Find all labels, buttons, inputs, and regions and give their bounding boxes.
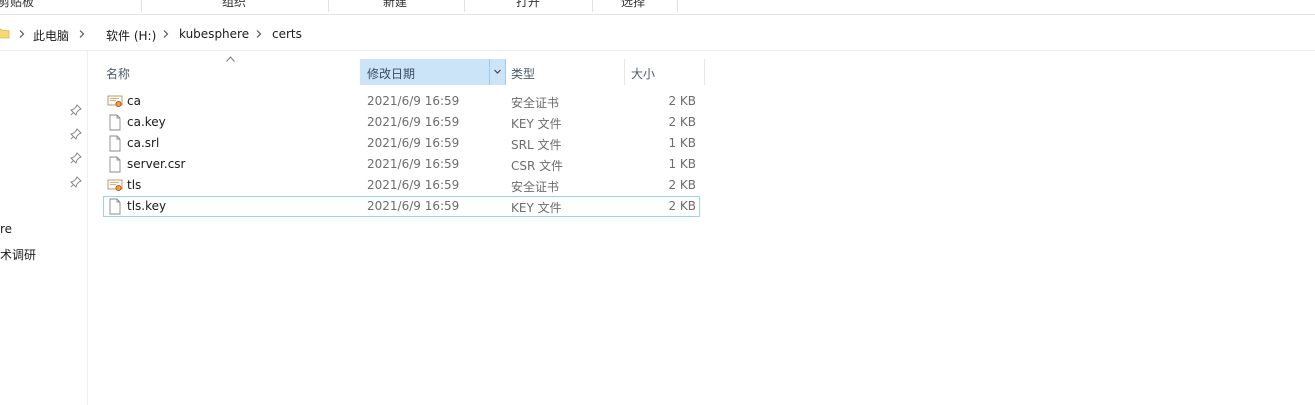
file-date: 2021/6/9 16:59 — [367, 136, 460, 150]
file-size: 2 KB — [668, 94, 696, 108]
breadcrumb-drive[interactable]: 软件 (H:) — [106, 27, 156, 44]
file-row[interactable]: server.csr 2021/6/9 16:59 CSR 文件 1 KB — [103, 154, 700, 175]
chevron-right-icon[interactable] — [160, 28, 172, 40]
breadcrumb-this-pc[interactable]: 此电脑 — [33, 27, 69, 44]
file-type: 安全证书 — [511, 96, 560, 110]
ribbon-divider — [677, 0, 678, 12]
column-header-date-label: 修改日期 — [367, 67, 416, 81]
ribbon-divider — [328, 0, 329, 12]
file-row[interactable]: ca.key 2021/6/9 16:59 KEY 文件 2 KB — [103, 112, 700, 133]
column-header-name[interactable]: 名称 — [103, 59, 359, 85]
file-size: 1 KB — [668, 157, 696, 171]
certificate-icon — [107, 179, 123, 191]
pin-icon[interactable] — [70, 176, 82, 188]
file-name: server.csr — [127, 157, 186, 171]
column-header-size[interactable]: 大小 — [625, 59, 704, 85]
ribbon-group-open: 打开 — [516, 0, 541, 9]
ribbon-group-labels: 剪贴板 组织 新建 打开 选择 — [0, 0, 1315, 15]
ribbon-divider — [141, 0, 142, 12]
file-name: tls — [127, 178, 142, 192]
ribbon-group-clipboard: 剪贴板 — [0, 0, 35, 9]
file-name: ca — [127, 94, 141, 108]
pin-icon[interactable] — [70, 128, 82, 140]
ribbon-divider — [464, 0, 465, 12]
column-header-type-label: 类型 — [511, 67, 536, 81]
file-size: 2 KB — [668, 199, 696, 213]
nav-item[interactable]: 术调研 — [0, 246, 36, 263]
ribbon-divider — [592, 0, 593, 12]
chevron-down-icon — [494, 69, 501, 74]
file-date: 2021/6/9 16:59 — [367, 94, 460, 108]
file-row[interactable]: ca 2021/6/9 16:59 安全证书 2 KB — [103, 91, 700, 112]
chevron-right-icon[interactable] — [76, 28, 88, 40]
folder-icon — [0, 28, 10, 39]
file-icon — [109, 135, 121, 152]
column-header-date[interactable]: 修改日期 — [360, 59, 506, 85]
file-size: 2 KB — [668, 115, 696, 129]
column-header-name-label: 名称 — [106, 67, 131, 81]
column-header-size-label: 大小 — [631, 67, 656, 81]
file-type: SRL 文件 — [511, 138, 562, 152]
nav-item[interactable]: re — [0, 222, 12, 236]
file-icon — [109, 156, 121, 173]
ribbon-group-new: 新建 — [383, 0, 408, 9]
navigation-pane[interactable]: re 术调研 — [0, 51, 88, 405]
pin-icon[interactable] — [70, 104, 82, 116]
file-date: 2021/6/9 16:59 — [367, 199, 460, 213]
breadcrumb[interactable]: 此电脑 软件 (H:) kubesphere certs — [0, 20, 1315, 51]
file-name: tls.key — [127, 199, 167, 213]
file-name: ca.srl — [127, 136, 160, 150]
file-icon — [109, 198, 121, 215]
column-header-type[interactable]: 类型 — [506, 59, 624, 85]
pin-icon[interactable] — [70, 152, 82, 164]
file-size: 1 KB — [668, 136, 696, 150]
certificate-icon — [107, 95, 123, 107]
file-row[interactable]: ca.srl 2021/6/9 16:59 SRL 文件 1 KB — [103, 133, 700, 154]
file-date: 2021/6/9 16:59 — [367, 115, 460, 129]
column-divider[interactable] — [704, 59, 705, 85]
file-size: 2 KB — [668, 178, 696, 192]
file-icon — [109, 114, 121, 131]
file-type: 安全证书 — [511, 180, 560, 194]
column-filter-dropdown[interactable] — [489, 59, 505, 85]
breadcrumb-kubesphere[interactable]: kubesphere — [179, 27, 249, 41]
ribbon-group-organize: 组织 — [222, 0, 247, 9]
chevron-right-icon[interactable] — [253, 28, 265, 40]
file-row-focused[interactable]: tls.key 2021/6/9 16:59 KEY 文件 2 KB — [103, 196, 700, 217]
file-date: 2021/6/9 16:59 — [367, 178, 460, 192]
file-type: CSR 文件 — [511, 159, 564, 173]
file-type: KEY 文件 — [511, 117, 562, 131]
chevron-right-icon[interactable] — [16, 28, 28, 40]
file-date: 2021/6/9 16:59 — [367, 157, 460, 171]
file-row[interactable]: tls 2021/6/9 16:59 安全证书 2 KB — [103, 175, 700, 196]
file-type: KEY 文件 — [511, 201, 562, 215]
file-name: ca.key — [127, 115, 166, 129]
ribbon-group-select: 选择 — [621, 0, 646, 9]
breadcrumb-certs[interactable]: certs — [272, 27, 302, 41]
